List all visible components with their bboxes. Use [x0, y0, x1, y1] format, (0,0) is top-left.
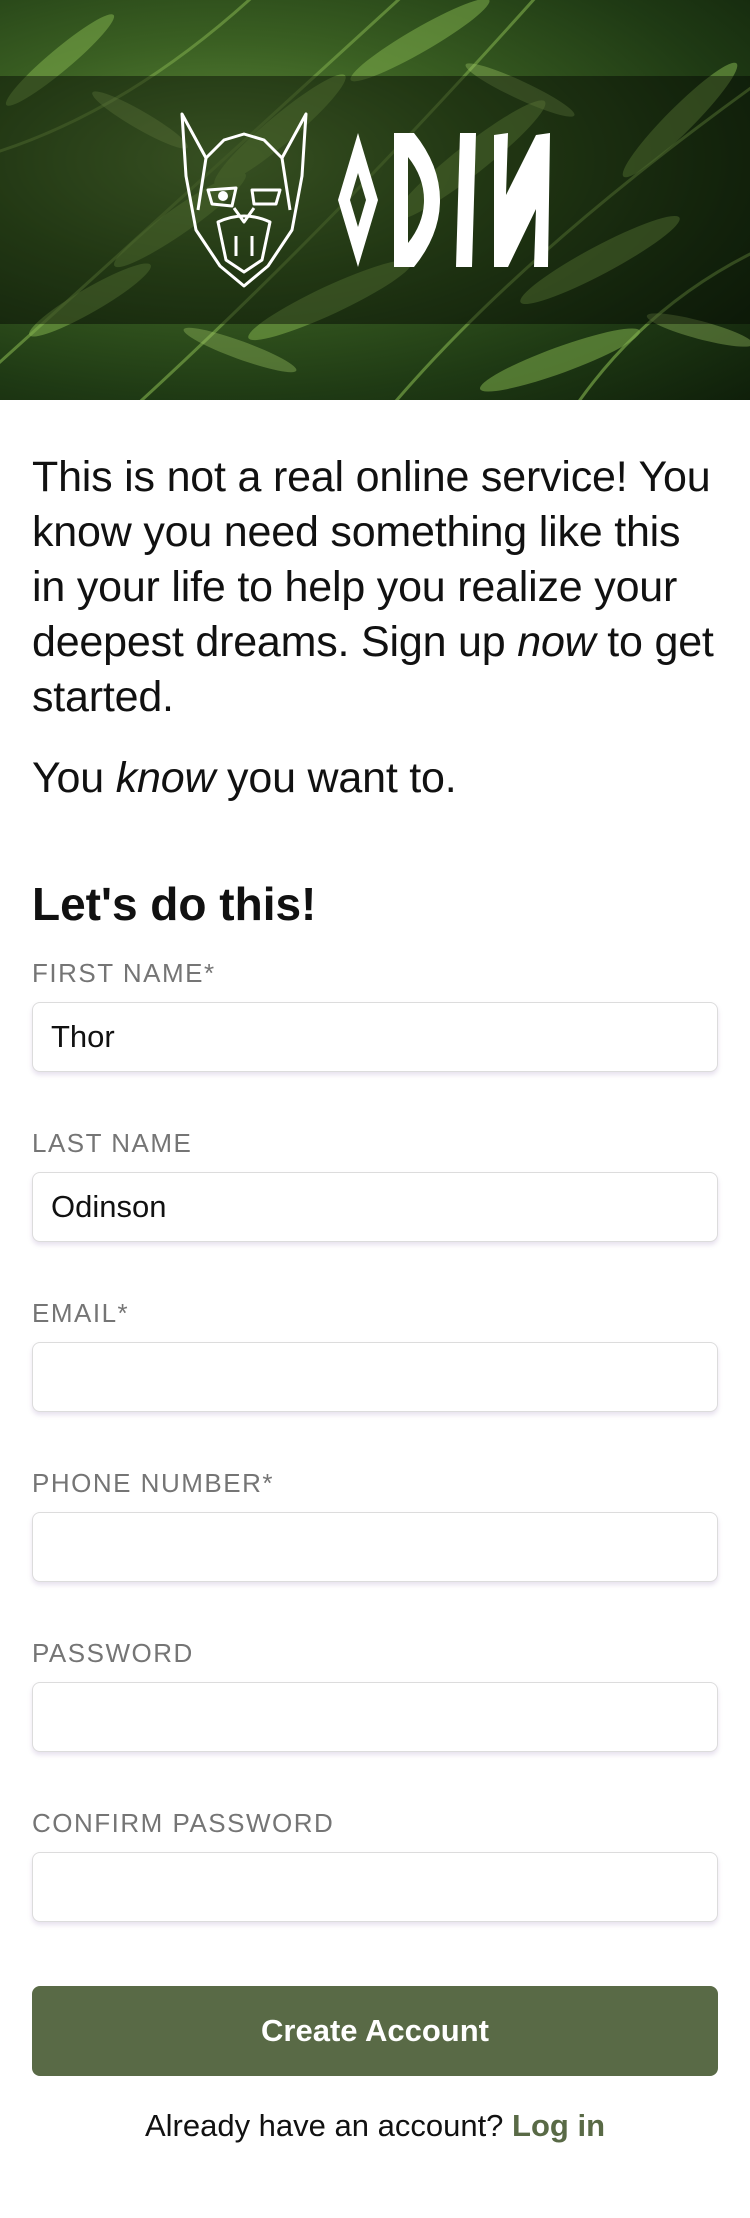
password-label: PASSWORD	[32, 1638, 194, 1668]
phone-input[interactable]	[32, 1512, 718, 1582]
intro-copy: This is not a real online service! You k…	[32, 450, 718, 806]
email-input[interactable]	[32, 1342, 718, 1412]
password-field: PASSWORD	[32, 1638, 718, 1752]
form-title: Let's do this!	[32, 878, 317, 930]
confirm-password-input[interactable]	[32, 1852, 718, 1922]
last-name-input[interactable]	[32, 1172, 718, 1242]
phone-field: PHONE NUMBER*	[32, 1468, 718, 1582]
signup-form: Let's do this! FIRST NAME* LAST NAME EMA…	[32, 876, 718, 2146]
first-name-input[interactable]	[32, 1002, 718, 1072]
last-name-label: LAST NAME	[32, 1128, 193, 1158]
brand-logo[interactable]	[178, 110, 570, 290]
viking-head-icon	[180, 112, 308, 288]
brand-wordmark	[338, 133, 550, 267]
login-prompt-text: Already have an account?	[144, 2108, 504, 2143]
intro-paragraph: This is not a real online service! You k…	[32, 453, 714, 721]
create-account-button[interactable]: Create Account	[32, 1986, 718, 2076]
confirm-password-field: CONFIRM PASSWORD	[32, 1808, 718, 1922]
intro-tagline: You know you want to.	[32, 754, 457, 802]
email-label: EMAIL*	[32, 1298, 130, 1328]
last-name-field: LAST NAME	[32, 1128, 718, 1242]
password-input[interactable]	[32, 1682, 718, 1752]
hero-banner	[0, 0, 750, 400]
first-name-label: FIRST NAME*	[32, 958, 216, 988]
phone-label: PHONE NUMBER*	[32, 1468, 274, 1498]
main-content: This is not a real online service! You k…	[0, 450, 750, 2146]
login-prompt: Already have an account? Log in	[32, 2106, 718, 2146]
first-name-field: FIRST NAME*	[32, 958, 718, 1072]
email-field: EMAIL*	[32, 1298, 718, 1412]
login-link[interactable]: Log in	[512, 2108, 605, 2143]
confirm-password-label: CONFIRM PASSWORD	[32, 1808, 335, 1838]
